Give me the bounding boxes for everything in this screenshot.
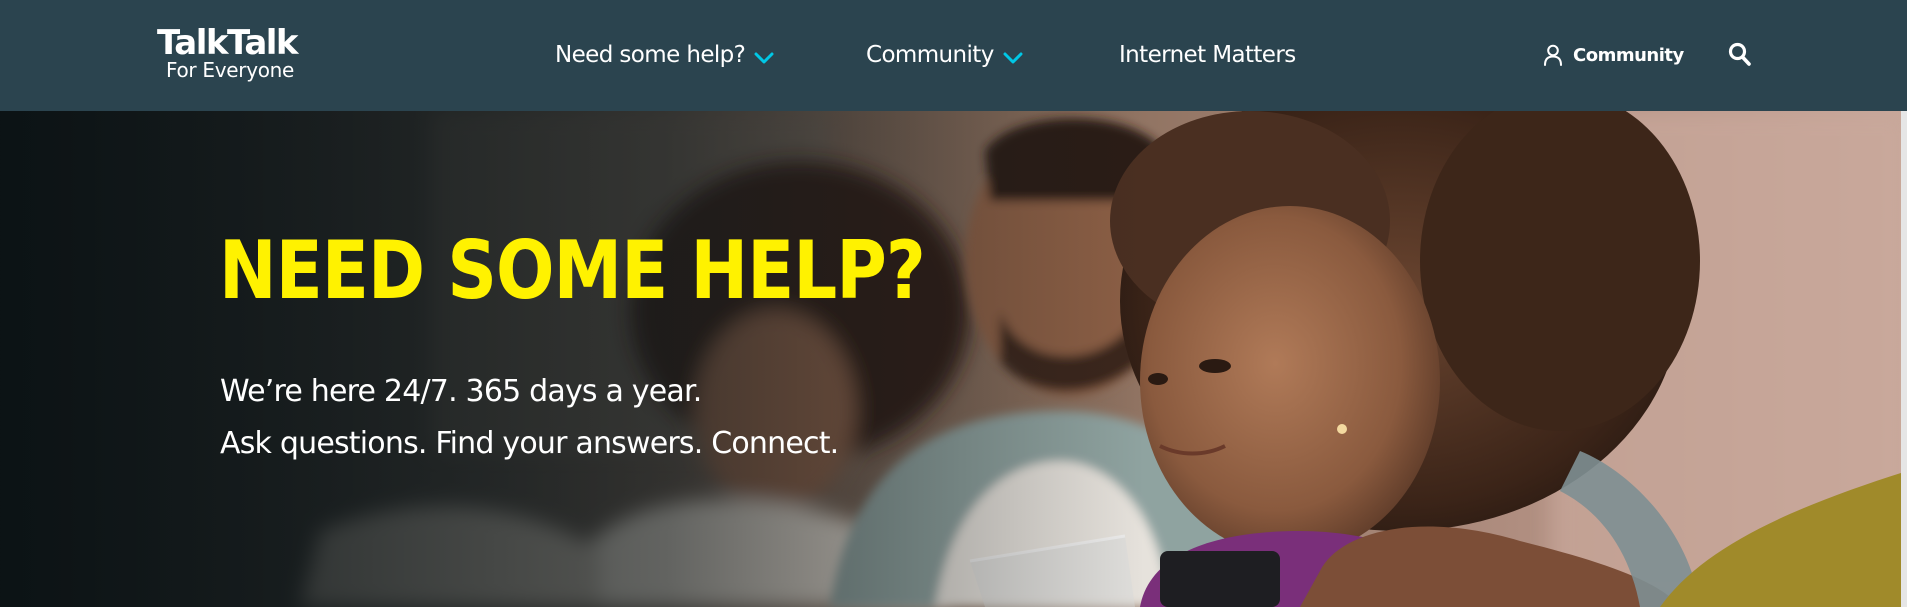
chevron-down-icon	[754, 52, 774, 64]
chevron-down-icon	[1003, 52, 1023, 64]
sign-in-label: Community	[1573, 44, 1684, 66]
nav-item-community[interactable]: Community	[866, 38, 1024, 72]
logo-tagline-text: For Everyone	[166, 58, 295, 82]
nav-item-label: Need some help?	[555, 42, 746, 68]
scrollbar-track[interactable]	[1901, 111, 1907, 607]
community-sign-in-link[interactable]: Community	[1543, 40, 1684, 70]
search-button[interactable]	[1728, 42, 1752, 68]
page: TalkTalk For Everyone Need some help? Co…	[0, 0, 1907, 607]
hero-banner: NEED SOME HELP? We’re here 24/7. 365 day…	[0, 111, 1907, 607]
nav-item-internet-matters[interactable]: Internet Matters	[1119, 38, 1296, 72]
nav-item-label: Community	[866, 42, 994, 68]
talktalk-logo[interactable]: TalkTalk For Everyone	[157, 24, 307, 86]
user-icon	[1544, 44, 1562, 66]
search-icon	[1728, 42, 1751, 66]
logo-brand-text: TalkTalk	[157, 23, 299, 63]
hero-subtitle-line-2: Ask questions. Find your answers. Connec…	[220, 426, 839, 461]
hero-title: NEED SOME HELP?	[219, 224, 926, 317]
nav-item-need-some-help[interactable]: Need some help?	[555, 38, 775, 72]
hero-subtitle-line-1: We’re here 24/7. 365 days a year.	[220, 374, 702, 409]
family-watching-tv-photo	[0, 111, 1907, 607]
site-header: TalkTalk For Everyone Need some help? Co…	[0, 0, 1907, 111]
nav-item-label: Internet Matters	[1119, 42, 1296, 68]
